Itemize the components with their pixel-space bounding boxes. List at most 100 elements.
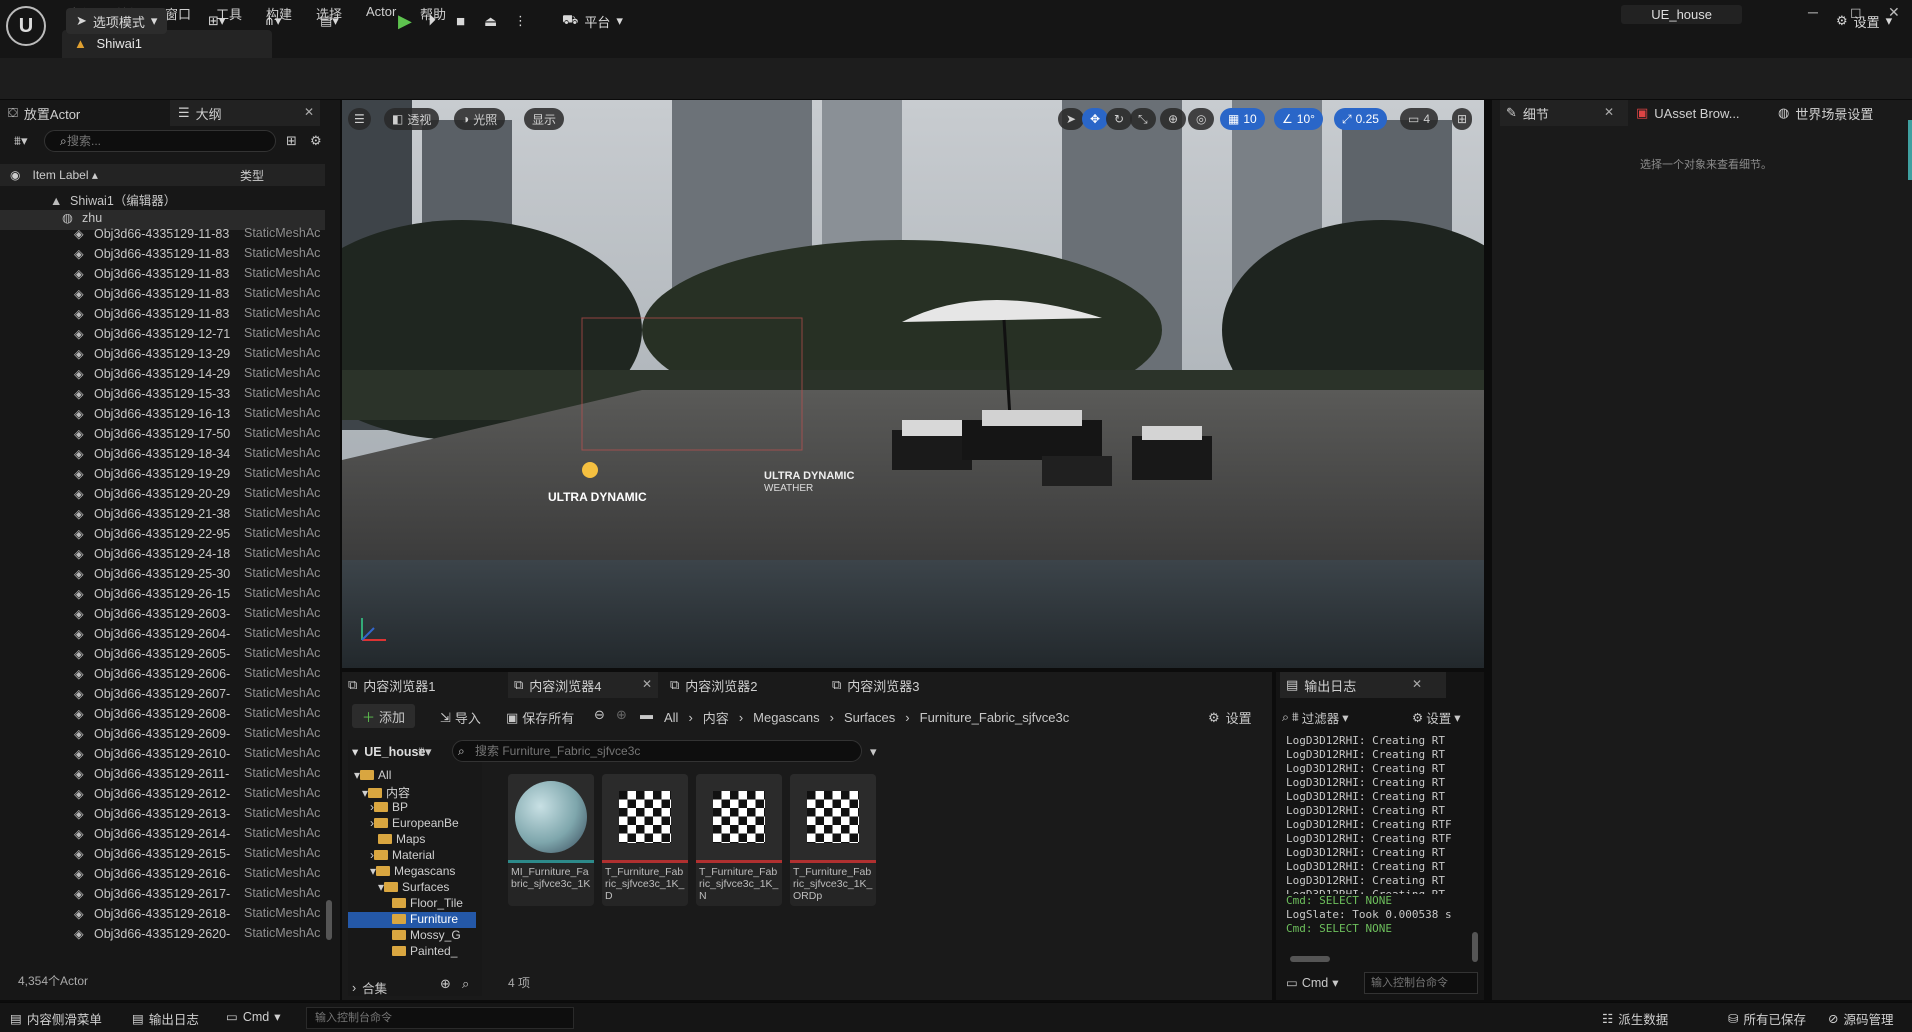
- outliner-row[interactable]: ◈ Obj3d66-4335129-2605- StaticMeshAc: [0, 646, 325, 666]
- derived-data-button[interactable]: ☷ 派生数据: [1602, 1009, 1668, 1028]
- log-hscrollbar[interactable]: [1290, 956, 1330, 962]
- add-folder-icon[interactable]: ⊞: [286, 133, 297, 149]
- close-icon[interactable]: ✕: [1604, 105, 1614, 119]
- outliner-row[interactable]: ◈ Obj3d66-4335129-24-18 StaticMeshAc: [0, 546, 325, 566]
- folder-furniture[interactable]: Furniture: [348, 912, 476, 928]
- lit-button[interactable]: ◑ 光照: [454, 108, 506, 130]
- outliner-row[interactable]: ◈ Obj3d66-4335129-20-29 StaticMeshAc: [0, 486, 325, 506]
- outliner-row[interactable]: ◈ Obj3d66-4335129-11-83 StaticMeshAc: [0, 266, 325, 286]
- content-drawer-button[interactable]: ▤ 内容侧滑菜单: [10, 1009, 102, 1028]
- stop-icon[interactable]: ■: [456, 8, 465, 34]
- col-type[interactable]: 类型: [240, 167, 264, 184]
- outliner-row[interactable]: ◈ Obj3d66-4335129-14-29 StaticMeshAc: [0, 366, 325, 386]
- outliner-row[interactable]: ◈ Obj3d66-4335129-11-83 StaticMeshAc: [0, 286, 325, 306]
- close-icon[interactable]: ✕: [304, 105, 314, 119]
- viewport-menu-button[interactable]: ☰: [348, 108, 371, 130]
- tab-content-browser-1[interactable]: ⧉ 内容浏览器1: [348, 672, 436, 698]
- add-collection-icon[interactable]: ⊕: [440, 976, 451, 992]
- surface-snap-icon[interactable]: ◎: [1188, 108, 1215, 130]
- outliner-row[interactable]: ◈ Obj3d66-4335129-2616- StaticMeshAc: [0, 866, 325, 886]
- outliner-row[interactable]: ◈ Obj3d66-4335129-2615- StaticMeshAc: [0, 846, 325, 866]
- camera-speed-button[interactable]: ▭ 4: [1400, 108, 1439, 130]
- outliner-row[interactable]: ◈ Obj3d66-4335129-2608- StaticMeshAc: [0, 706, 325, 726]
- col-item-label[interactable]: Item Label ▴: [32, 168, 97, 182]
- outliner-row[interactable]: ◈ Obj3d66-4335129-2617- StaticMeshAc: [0, 886, 325, 906]
- source-control-button[interactable]: ⊘ 源码管理: [1828, 1009, 1894, 1028]
- outliner-row[interactable]: ◈ Obj3d66-4335129-11-83 StaticMeshAc: [0, 306, 325, 326]
- log-cmd-select[interactable]: ▭ Cmd ▾: [1286, 975, 1339, 991]
- level-tab[interactable]: ▲ Shiwai1: [62, 30, 272, 58]
- outliner-search-input[interactable]: [44, 130, 276, 152]
- breadcrumb-item[interactable]: Furniture_Fabric_sjfvce3c: [920, 710, 1070, 725]
- eye-icon[interactable]: ◉: [10, 168, 20, 182]
- outliner-row[interactable]: ◈ Obj3d66-4335129-11-83 StaticMeshAc: [0, 246, 325, 266]
- outliner-row[interactable]: ◈ Obj3d66-4335129-19-29 StaticMeshAc: [0, 466, 325, 486]
- tab-content-browser-4[interactable]: ⧉ 内容浏览器4: [508, 672, 658, 698]
- scale-tool-icon[interactable]: ⤡: [1130, 108, 1156, 130]
- outliner-row[interactable]: ◈ Obj3d66-4335129-16-13 StaticMeshAc: [0, 406, 325, 426]
- outliner-row[interactable]: ◈ Obj3d66-4335129-22-95 StaticMeshAc: [0, 526, 325, 546]
- content-settings-button[interactable]: ⚙ 设置: [1208, 708, 1252, 727]
- tab-outliner[interactable]: ☰ 大纲: [170, 100, 320, 126]
- collections-header[interactable]: › 合集: [352, 978, 387, 997]
- outliner-row[interactable]: ◈ Obj3d66-4335129-2603- StaticMeshAc: [0, 606, 325, 626]
- breadcrumb-item[interactable]: All: [664, 710, 678, 725]
- folder-european[interactable]: › EuropeanBe: [370, 816, 459, 832]
- gear-icon[interactable]: ⚙: [310, 133, 322, 149]
- outliner-row[interactable]: ◈ Obj3d66-4335129-18-34 StaticMeshAc: [0, 446, 325, 466]
- breadcrumb-item[interactable]: Surfaces: [844, 710, 895, 725]
- add-actor-icon[interactable]: ⊞▾: [208, 8, 225, 34]
- level-viewport[interactable]: ULTRA DYNAMIC ULTRA DYNAMIC WEATHER ☰ ◧ 透…: [342, 100, 1484, 668]
- outliner-row[interactable]: ◈ Obj3d66-4335129-13-29 StaticMeshAc: [0, 346, 325, 366]
- scale-snap-button[interactable]: ⤢ 0.25: [1334, 108, 1387, 130]
- cinematics-icon[interactable]: ▤▾: [320, 8, 339, 34]
- filter-icon[interactable]: ⩩▾: [14, 133, 27, 149]
- asset-tile[interactable]: T_Furniture_Fabric_sjfvce3c_1K_ORDp: [790, 774, 876, 906]
- grid-snap-button[interactable]: ▦ 10: [1220, 108, 1265, 130]
- asset-tile[interactable]: MI_Furniture_Fabric_sjfvce3c_1K: [508, 774, 594, 906]
- unreal-logo-icon[interactable]: U: [6, 6, 46, 46]
- tab-uasset-browser[interactable]: ▣ UAsset Brow...: [1636, 100, 1740, 126]
- tab-content-browser-2[interactable]: ⧉ 内容浏览器2: [670, 672, 758, 698]
- folder-painted[interactable]: Painted_: [392, 944, 457, 960]
- folder-megascans[interactable]: ▾ Megascans: [370, 864, 455, 880]
- world-space-icon[interactable]: ⊕: [1160, 108, 1187, 130]
- log-scrollbar[interactable]: [1472, 932, 1478, 962]
- viewport-layout-icon[interactable]: ⊞: [1452, 108, 1473, 130]
- blueprint-icon[interactable]: ⋔▾: [264, 8, 281, 34]
- details-scrollbar[interactable]: [1908, 120, 1912, 180]
- log-console-input[interactable]: [1364, 972, 1478, 994]
- folder-all[interactable]: ▾ All: [354, 768, 391, 784]
- save-all-button[interactable]: ▣ 保存所有: [506, 708, 574, 727]
- search-icon[interactable]: ⌕: [462, 976, 469, 992]
- folder-content[interactable]: ▾ 内容: [362, 784, 410, 800]
- mode-select-button[interactable]: ➤ 选项模式 ▾: [66, 8, 168, 34]
- menu-actor[interactable]: Actor: [366, 4, 396, 19]
- angle-snap-button[interactable]: ∠ 10°: [1274, 108, 1323, 130]
- folder-bp[interactable]: › BP: [370, 800, 408, 816]
- forward-icon[interactable]: ⊕: [616, 707, 627, 723]
- folder-maps[interactable]: Maps: [378, 832, 425, 848]
- cmd-select[interactable]: ▭ Cmd ▾: [226, 1009, 281, 1025]
- minimize-button[interactable]: ─: [1808, 4, 1818, 20]
- outliner-row[interactable]: ◈ Obj3d66-4335129-21-38 StaticMeshAc: [0, 506, 325, 526]
- move-tool-icon[interactable]: ✥: [1082, 108, 1109, 130]
- breadcrumb-item[interactable]: 内容: [703, 708, 729, 727]
- platform-button[interactable]: ⛟ 平台 ▾: [562, 8, 623, 34]
- outliner-row[interactable]: ◈ Obj3d66-4335129-2611- StaticMeshAc: [0, 766, 325, 786]
- step-icon[interactable]: ⏵: [428, 8, 436, 34]
- folder-surfaces[interactable]: ▾ Surfaces: [378, 880, 449, 896]
- more-options-icon[interactable]: ⋮: [514, 8, 527, 34]
- all-saved-button[interactable]: ⛁ 所有已保存: [1728, 1009, 1806, 1028]
- outliner-row[interactable]: ◈ Obj3d66-4335129-12-71 StaticMeshAc: [0, 326, 325, 346]
- console-input[interactable]: [306, 1007, 574, 1029]
- outliner-row[interactable]: ◈ Obj3d66-4335129-2604- StaticMeshAc: [0, 626, 325, 646]
- folder-floor-tile[interactable]: Floor_Tile: [392, 896, 463, 912]
- outliner-row[interactable]: ◈ Obj3d66-4335129-2618- StaticMeshAc: [0, 906, 325, 926]
- eject-icon[interactable]: ⏏: [484, 8, 497, 34]
- menu-window[interactable]: 窗口: [165, 4, 191, 23]
- add-button[interactable]: ＋添加: [352, 704, 416, 728]
- tab-content-browser-3[interactable]: ⧉ 内容浏览器3: [832, 672, 920, 698]
- log-filter-button[interactable]: ⌕ ⩩ 过滤器 ▾: [1282, 708, 1349, 727]
- perspective-button[interactable]: ◧ 透视: [384, 108, 440, 130]
